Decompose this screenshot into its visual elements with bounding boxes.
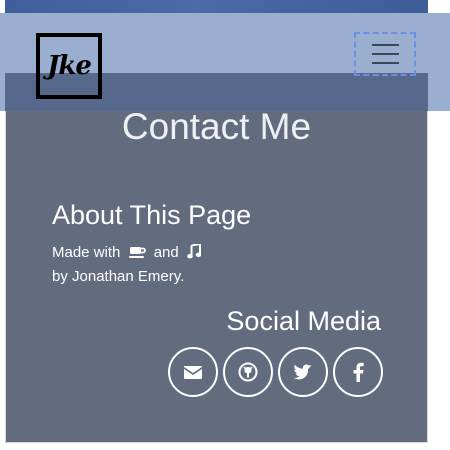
- hero-image-strip: [5, 0, 428, 13]
- twitter-button[interactable]: [278, 347, 328, 397]
- social-links: [168, 347, 383, 397]
- coffee-icon: [128, 245, 146, 263]
- envelope-icon: [184, 366, 202, 379]
- facebook-icon: [353, 362, 364, 382]
- github-icon: [238, 362, 258, 382]
- social-media-title: Social Media: [226, 306, 381, 336]
- contact-title: Contact Me: [121, 106, 312, 147]
- page: Jke Contact Me About This Page Made with…: [0, 0, 450, 450]
- email-button[interactable]: [168, 347, 218, 397]
- music-note-icon: [187, 242, 202, 263]
- facebook-button[interactable]: [333, 347, 383, 397]
- byline: by Jonathan Emery.: [52, 268, 185, 285]
- hamburger-icon-bar: [371, 53, 399, 55]
- logo-text: Jke: [47, 51, 92, 81]
- navbar-toggler-button[interactable]: [354, 32, 416, 76]
- and-text: and: [153, 244, 179, 261]
- hamburger-icon-bar: [371, 62, 399, 64]
- about-title: About This Page: [52, 200, 252, 230]
- made-with-line: Made with and: [52, 242, 205, 263]
- made-with-text: Made with: [52, 244, 121, 261]
- hamburger-icon: [371, 44, 399, 46]
- site-logo[interactable]: Jke: [36, 33, 102, 99]
- github-button[interactable]: [223, 347, 273, 397]
- twitter-icon: [293, 363, 312, 379]
